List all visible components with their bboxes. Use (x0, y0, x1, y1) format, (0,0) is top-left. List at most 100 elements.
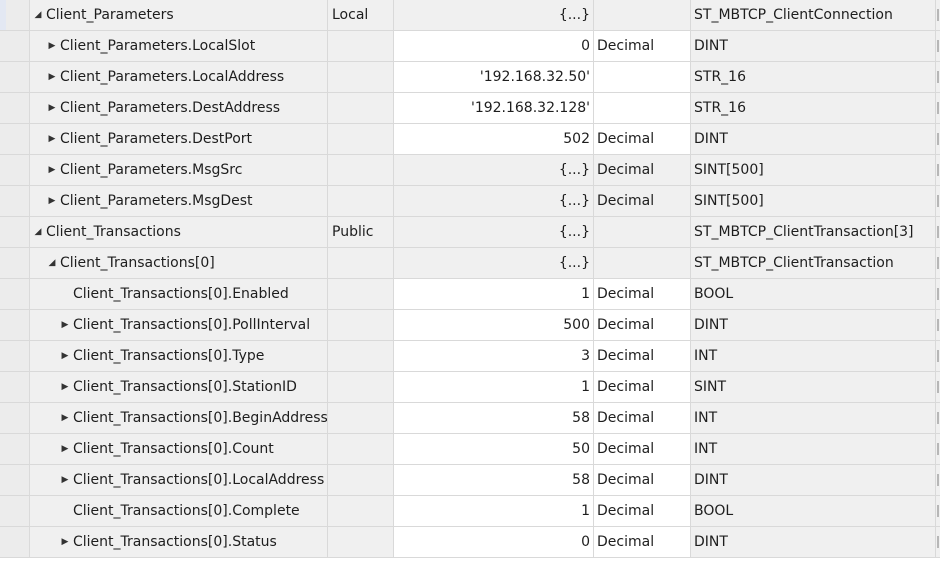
tag-name-cell[interactable]: ◢ Client_Parameters (30, 0, 328, 30)
tag-name-cell[interactable]: ▶ Client_Transactions[0].BeginAddress (30, 403, 328, 433)
row-header[interactable] (0, 93, 30, 123)
row-header[interactable] (0, 527, 30, 557)
row-header[interactable] (0, 434, 30, 464)
tag-row[interactable]: ▶ Client_Parameters.LocalAddress '192.168.… (0, 62, 940, 93)
value-cell[interactable]: 1 (394, 496, 594, 526)
tag-row[interactable]: ▶ Client_Transactions[0].Count 50 Decimal IN… (0, 434, 940, 465)
style-cell[interactable]: Decimal (594, 155, 691, 185)
tag-row[interactable]: ▶ Client_Parameters.DestPort 502 Decimal DIN… (0, 124, 940, 155)
expand-triangle-icon[interactable]: ▶ (59, 465, 71, 495)
row-header[interactable] (0, 341, 30, 371)
value-cell[interactable]: {...} (394, 248, 594, 278)
tag-name-cell[interactable]: ▶ Client_Transactions[0].Type (30, 341, 328, 371)
tag-row[interactable]: ▶ Client_Transactions[0].PollInterval 500 D… (0, 310, 940, 341)
expand-triangle-icon[interactable]: ▶ (46, 155, 58, 185)
collapse-triangle-icon[interactable]: ◢ (32, 217, 44, 247)
tag-name-cell[interactable]: ▶ Client_Parameters.LocalSlot (30, 31, 328, 61)
style-cell[interactable]: Decimal (594, 527, 691, 557)
row-header[interactable] (0, 496, 30, 526)
tag-row[interactable]: ▶ Client_Transactions[0].LocalAddress 58 De… (0, 465, 940, 496)
tag-row[interactable]: ▶ Client_Transactions[0].BeginAddress 58 De… (0, 403, 940, 434)
style-cell[interactable] (594, 62, 691, 92)
row-header[interactable] (0, 403, 30, 433)
value-cell[interactable]: 50 (394, 434, 594, 464)
tag-row[interactable]: ▶ Client_Transactions[0].Status 0 Decimal DI… (0, 527, 940, 558)
value-cell[interactable]: 500 (394, 310, 594, 340)
tag-row[interactable]: Client_Transactions[0].Complete 1 Decimal B… (0, 496, 940, 527)
value-cell[interactable]: '192.168.32.50' (394, 62, 594, 92)
style-cell[interactable]: Decimal (594, 496, 691, 526)
value-cell[interactable]: '192.168.32.128' (394, 93, 594, 123)
expand-triangle-icon[interactable]: ▶ (46, 124, 58, 154)
expand-triangle-icon[interactable]: ▶ (46, 186, 58, 216)
tag-row[interactable]: ◢ Client_Transactions Public {...} ST_MBTCP_… (0, 217, 940, 248)
value-cell[interactable]: 1 (394, 279, 594, 309)
style-cell[interactable] (594, 93, 691, 123)
value-cell[interactable]: 0 (394, 527, 594, 557)
row-header[interactable] (0, 124, 30, 154)
style-cell[interactable]: Decimal (594, 372, 691, 402)
tag-row[interactable]: ◢ Client_Transactions[0] {...} ST_MBTCP_Cli… (0, 248, 940, 279)
expand-triangle-icon[interactable]: ▶ (59, 434, 71, 464)
tag-row[interactable]: ▶ Client_Transactions[0].Type 3 Decimal INT (0, 341, 940, 372)
row-header[interactable] (0, 186, 30, 216)
row-header[interactable] (0, 372, 30, 402)
row-header[interactable] (0, 62, 30, 92)
style-cell[interactable]: Decimal (594, 31, 691, 61)
tag-row[interactable]: ▶ Client_Parameters.MsgSrc {...} Decimal SIN… (0, 155, 940, 186)
expand-triangle-icon[interactable]: ▶ (46, 62, 58, 92)
tag-name-cell[interactable]: ◢ Client_Transactions (30, 217, 328, 247)
tag-row[interactable]: ▶ Client_Parameters.MsgDest {...} Decimal SI… (0, 186, 940, 217)
tag-name-cell[interactable]: ▶ Client_Parameters.MsgDest (30, 186, 328, 216)
tag-row[interactable]: ◢ Client_Parameters Local {...} ST_MBTCP_Cli… (0, 0, 940, 31)
value-cell[interactable]: {...} (394, 186, 594, 216)
row-header[interactable] (0, 310, 30, 340)
tag-name-cell[interactable]: ▶ Client_Transactions[0].Count (30, 434, 328, 464)
row-header[interactable] (0, 0, 30, 30)
row-header[interactable] (0, 279, 30, 309)
tag-name-cell[interactable]: ▶ Client_Parameters.LocalAddress (30, 62, 328, 92)
value-cell[interactable]: 58 (394, 465, 594, 495)
row-header[interactable] (0, 31, 30, 61)
style-cell[interactable]: Decimal (594, 124, 691, 154)
tag-name-cell[interactable]: Client_Transactions[0].Enabled (30, 279, 328, 309)
expand-triangle-icon[interactable]: ▶ (46, 31, 58, 61)
tag-name-cell[interactable]: ▶ Client_Parameters.DestPort (30, 124, 328, 154)
expand-triangle-icon[interactable]: ▶ (59, 403, 71, 433)
row-header[interactable] (0, 155, 30, 185)
tag-row[interactable]: ▶ Client_Parameters.DestAddress '192.168.3… (0, 93, 940, 124)
expand-triangle-icon[interactable]: ▶ (59, 310, 71, 340)
style-cell[interactable]: Decimal (594, 434, 691, 464)
tag-name-cell[interactable]: Client_Transactions[0].Complete (30, 496, 328, 526)
style-cell[interactable] (594, 217, 691, 247)
value-cell[interactable]: {...} (394, 155, 594, 185)
style-cell[interactable]: Decimal (594, 310, 691, 340)
style-cell[interactable]: Decimal (594, 403, 691, 433)
tag-name-cell[interactable]: ▶ Client_Transactions[0].PollInterval (30, 310, 328, 340)
tag-name-cell[interactable]: ▶ Client_Transactions[0].Status (30, 527, 328, 557)
tag-row[interactable]: ▶ Client_Transactions[0].StationID 1 Decima… (0, 372, 940, 403)
expand-triangle-icon[interactable]: ▶ (46, 93, 58, 123)
row-header[interactable] (0, 248, 30, 278)
style-cell[interactable] (594, 0, 691, 30)
style-cell[interactable]: Decimal (594, 186, 691, 216)
tag-name-cell[interactable]: ▶ Client_Parameters.MsgSrc (30, 155, 328, 185)
expand-triangle-icon[interactable]: ▶ (59, 527, 71, 557)
row-header[interactable] (0, 465, 30, 495)
style-cell[interactable]: Decimal (594, 465, 691, 495)
tag-name-cell[interactable]: ▶ Client_Transactions[0].LocalAddress (30, 465, 328, 495)
style-cell[interactable]: Decimal (594, 341, 691, 371)
tag-row[interactable]: Client_Transactions[0].Enabled 1 Decimal BO… (0, 279, 940, 310)
style-cell[interactable] (594, 248, 691, 278)
value-cell[interactable]: 502 (394, 124, 594, 154)
value-cell[interactable]: {...} (394, 0, 594, 30)
value-cell[interactable]: 1 (394, 372, 594, 402)
style-cell[interactable]: Decimal (594, 279, 691, 309)
tag-name-cell[interactable]: ◢ Client_Transactions[0] (30, 248, 328, 278)
tag-name-cell[interactable]: ▶ Client_Parameters.DestAddress (30, 93, 328, 123)
collapse-triangle-icon[interactable]: ◢ (32, 0, 44, 30)
expand-triangle-icon[interactable]: ▶ (59, 372, 71, 402)
row-header[interactable] (0, 217, 30, 247)
tag-name-cell[interactable]: ▶ Client_Transactions[0].StationID (30, 372, 328, 402)
value-cell[interactable]: {...} (394, 217, 594, 247)
